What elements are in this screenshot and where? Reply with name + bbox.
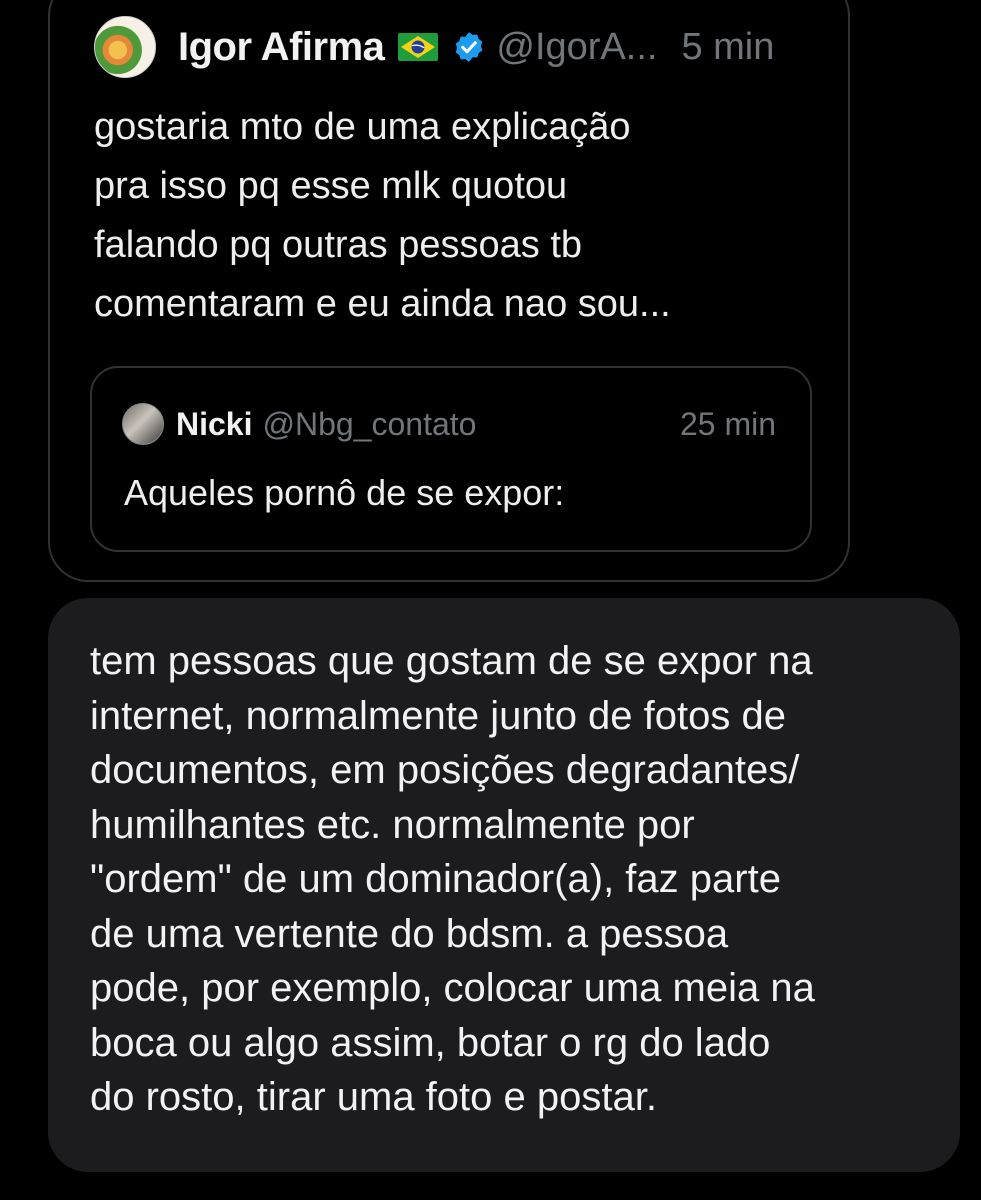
quoted-tweet-card[interactable]: Igor Afirma @IgorA... 5 min gostaria mto… [48, 0, 850, 582]
timestamp[interactable]: 5 min [681, 26, 774, 69]
reply-message-bubble[interactable]: tem pessoas que gostam de se expor na in… [48, 598, 960, 1172]
handle[interactable]: @IgorA... [496, 26, 657, 69]
display-name[interactable]: Igor Afirma [178, 25, 385, 70]
tweet-header: Igor Afirma @IgorA... 5 min [94, 12, 774, 82]
nested-timestamp[interactable]: 25 min [680, 406, 776, 443]
nested-quote-header: Nicki @Nbg_contato 25 min [122, 402, 776, 446]
brazil-flag-icon [398, 33, 439, 61]
tweet-text: gostaria mto de uma explicação pra isso … [94, 106, 671, 325]
nested-display-name[interactable]: Nicki [176, 406, 252, 443]
verified-badge-icon [456, 32, 483, 62]
nested-quote-text: Aqueles pornô de se expor: [124, 472, 565, 513]
nested-quote-card[interactable]: Nicki @Nbg_contato 25 min Aqueles pornô … [90, 366, 812, 552]
nested-handle[interactable]: @Nbg_contato [262, 406, 679, 443]
avatar[interactable] [94, 16, 156, 78]
reply-text: tem pessoas que gostam de se expor na in… [90, 639, 815, 1119]
avatar[interactable] [122, 403, 164, 445]
